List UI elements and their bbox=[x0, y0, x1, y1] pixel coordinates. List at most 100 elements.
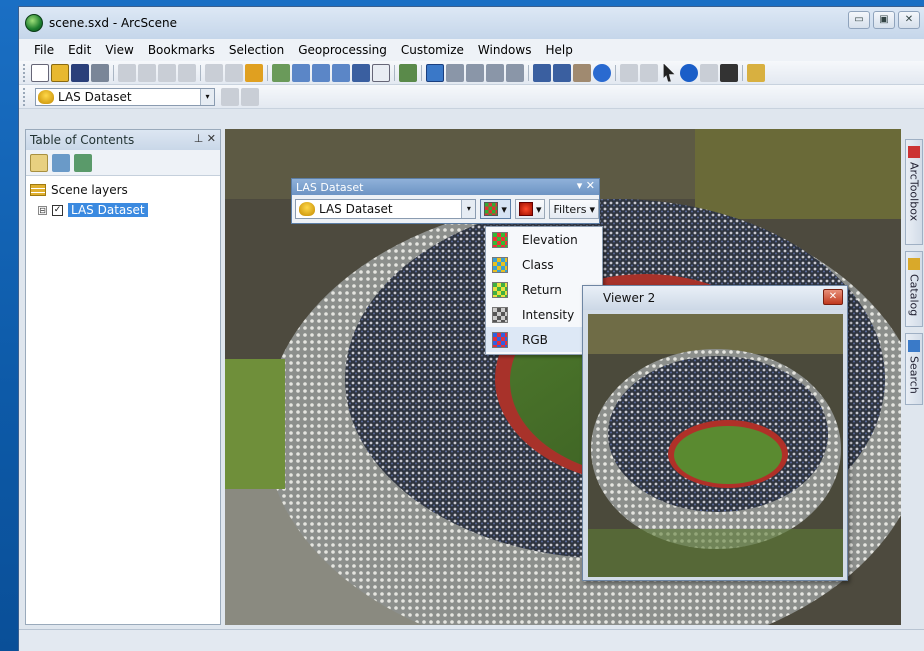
zoom-out-icon[interactable] bbox=[553, 63, 571, 82]
arcscene-window: scene.sxd - ArcScene ▭ ▣ ✕ File Edit Vie… bbox=[18, 6, 924, 651]
menu-bar: File Edit View Bookmarks Selection Geopr… bbox=[19, 39, 924, 61]
scene-properties-icon[interactable] bbox=[272, 63, 290, 82]
window-controls: ▭ ▣ ✕ bbox=[848, 11, 920, 29]
point-renderer-button[interactable]: ▾ bbox=[480, 199, 511, 219]
toolbar-separator bbox=[742, 64, 743, 81]
copy-icon[interactable] bbox=[138, 63, 156, 82]
toc-header[interactable]: Table of Contents ⊥ ✕ bbox=[26, 130, 220, 150]
las-dataset-label: LAS Dataset bbox=[68, 203, 148, 217]
las-toolbar-title-bar[interactable]: LAS Dataset ▾ ✕ bbox=[292, 179, 599, 195]
html-popup-icon[interactable] bbox=[700, 63, 718, 82]
list-by-source-icon[interactable] bbox=[52, 153, 70, 172]
menu-edit[interactable]: Edit bbox=[61, 43, 98, 57]
save-icon[interactable] bbox=[71, 63, 89, 82]
viewer-2-title-bar[interactable]: Viewer 2 ✕ bbox=[583, 286, 847, 310]
full-extent-icon[interactable] bbox=[593, 63, 611, 82]
catalog-tab-label: Catalog bbox=[907, 274, 921, 317]
redo-icon[interactable] bbox=[225, 63, 243, 82]
menu-view[interactable]: View bbox=[98, 43, 140, 57]
print-icon[interactable] bbox=[91, 63, 109, 82]
tools-dropdown-icon[interactable] bbox=[399, 63, 417, 82]
zoom-in-icon[interactable] bbox=[533, 63, 551, 82]
arctoolbox-icon bbox=[908, 146, 920, 158]
las-dataset-icon bbox=[299, 202, 315, 216]
las-filter-disabled-icon[interactable] bbox=[241, 87, 259, 106]
arctoolbox-tab-label: ArcToolbox bbox=[907, 162, 921, 222]
clear-selection-icon[interactable] bbox=[640, 63, 658, 82]
fly-icon[interactable] bbox=[446, 63, 464, 82]
navigate-icon[interactable] bbox=[426, 63, 444, 82]
chevron-down-icon[interactable]: ▾ bbox=[461, 200, 476, 218]
las-renderer-disabled-icon[interactable] bbox=[221, 87, 239, 106]
list-by-visibility-icon[interactable] bbox=[74, 153, 92, 172]
standard-toolbar bbox=[19, 61, 924, 85]
toolbar-separator bbox=[615, 64, 616, 81]
catalog-tab[interactable]: Catalog bbox=[905, 251, 923, 327]
filters-button[interactable]: Filters ▾ bbox=[549, 199, 599, 219]
minimize-button[interactable]: ▭ bbox=[848, 11, 870, 29]
menu-customize[interactable]: Customize bbox=[394, 43, 471, 57]
maximize-button[interactable]: ▣ bbox=[873, 11, 895, 29]
measure-icon[interactable] bbox=[747, 63, 765, 82]
chevron-down-icon[interactable]: ▾ bbox=[200, 88, 214, 105]
table-of-contents-icon[interactable] bbox=[292, 63, 310, 82]
search-tab[interactable]: Search bbox=[905, 333, 923, 405]
viewer-2-title: Viewer 2 bbox=[603, 291, 656, 305]
zoom-to-target-icon[interactable] bbox=[486, 63, 504, 82]
right-dock: ArcToolbox Catalog Search bbox=[903, 129, 924, 625]
model-builder-icon[interactable] bbox=[372, 63, 390, 82]
center-on-target-icon[interactable] bbox=[466, 63, 484, 82]
collapse-icon[interactable]: ⊟ bbox=[38, 205, 47, 215]
las-toolbar-controls[interactable]: ▾ ✕ bbox=[577, 179, 595, 192]
las-layer-dropdown[interactable]: LAS Dataset ▾ bbox=[295, 199, 477, 219]
viewer-2-field bbox=[674, 426, 782, 484]
viewer-2-window: Viewer 2 ✕ bbox=[582, 285, 848, 581]
toolbar-grip[interactable] bbox=[23, 63, 27, 82]
chevron-down-icon: ▾ bbox=[589, 202, 595, 216]
select-elements-icon[interactable] bbox=[663, 63, 675, 82]
surface-renderer-button[interactable]: ▾ bbox=[514, 199, 546, 219]
pan-icon[interactable] bbox=[573, 63, 591, 82]
las-dataset-layer-item[interactable]: ⊟ ✓ LAS Dataset bbox=[30, 200, 216, 220]
python-window-icon[interactable] bbox=[352, 63, 370, 82]
layer-dropdown[interactable]: LAS Dataset ▾ bbox=[35, 87, 215, 106]
paste-icon[interactable] bbox=[158, 63, 176, 82]
menu-file[interactable]: File bbox=[27, 43, 61, 57]
toc-pin-close-controls[interactable]: ⊥ ✕ bbox=[194, 132, 216, 145]
menu-bookmarks[interactable]: Bookmarks bbox=[141, 43, 222, 57]
menu-item-class[interactable]: Class bbox=[486, 252, 602, 277]
menu-selection[interactable]: Selection bbox=[222, 43, 291, 57]
list-by-drawing-order-icon[interactable] bbox=[30, 153, 48, 172]
toolbar-grip[interactable] bbox=[23, 87, 27, 106]
menu-geoprocessing[interactable]: Geoprocessing bbox=[291, 43, 394, 57]
open-folder-icon[interactable] bbox=[51, 63, 69, 82]
scene-layers-item[interactable]: Scene layers bbox=[30, 180, 216, 200]
set-observer-icon[interactable] bbox=[506, 63, 524, 82]
arctoolbox-icon[interactable] bbox=[332, 63, 350, 82]
viewer-2-close-button[interactable]: ✕ bbox=[823, 289, 843, 305]
viewer-2-scene[interactable] bbox=[588, 314, 843, 577]
menu-item-elevation[interactable]: Elevation bbox=[486, 227, 602, 252]
menu-item-label: Elevation bbox=[522, 232, 578, 247]
toolbar-separator bbox=[267, 64, 268, 81]
status-bar bbox=[19, 629, 924, 651]
toolbar-separator bbox=[421, 64, 422, 81]
select-features-icon[interactable] bbox=[620, 63, 638, 82]
arctoolbox-tab[interactable]: ArcToolbox bbox=[905, 139, 923, 245]
undo-icon[interactable] bbox=[205, 63, 223, 82]
title-bar[interactable]: scene.sxd - ArcScene ▭ ▣ ✕ bbox=[19, 7, 924, 39]
find-icon[interactable] bbox=[720, 63, 738, 82]
close-button[interactable]: ✕ bbox=[898, 11, 920, 29]
catalog-window-icon[interactable] bbox=[312, 63, 330, 82]
table-of-contents-panel: Table of Contents ⊥ ✕ Scene layers ⊟ ✓ L… bbox=[25, 129, 221, 625]
menu-help[interactable]: Help bbox=[538, 43, 579, 57]
identify-icon[interactable] bbox=[680, 63, 698, 82]
new-document-icon[interactable] bbox=[31, 63, 49, 82]
layer-visibility-checkbox[interactable]: ✓ bbox=[52, 204, 63, 216]
cut-icon[interactable] bbox=[118, 63, 136, 82]
elevation-renderer-icon bbox=[484, 202, 499, 216]
toc-tree: Scene layers ⊟ ✓ LAS Dataset bbox=[26, 176, 220, 224]
delete-icon[interactable] bbox=[178, 63, 196, 82]
menu-windows[interactable]: Windows bbox=[471, 43, 539, 57]
add-data-icon[interactable] bbox=[245, 63, 263, 82]
